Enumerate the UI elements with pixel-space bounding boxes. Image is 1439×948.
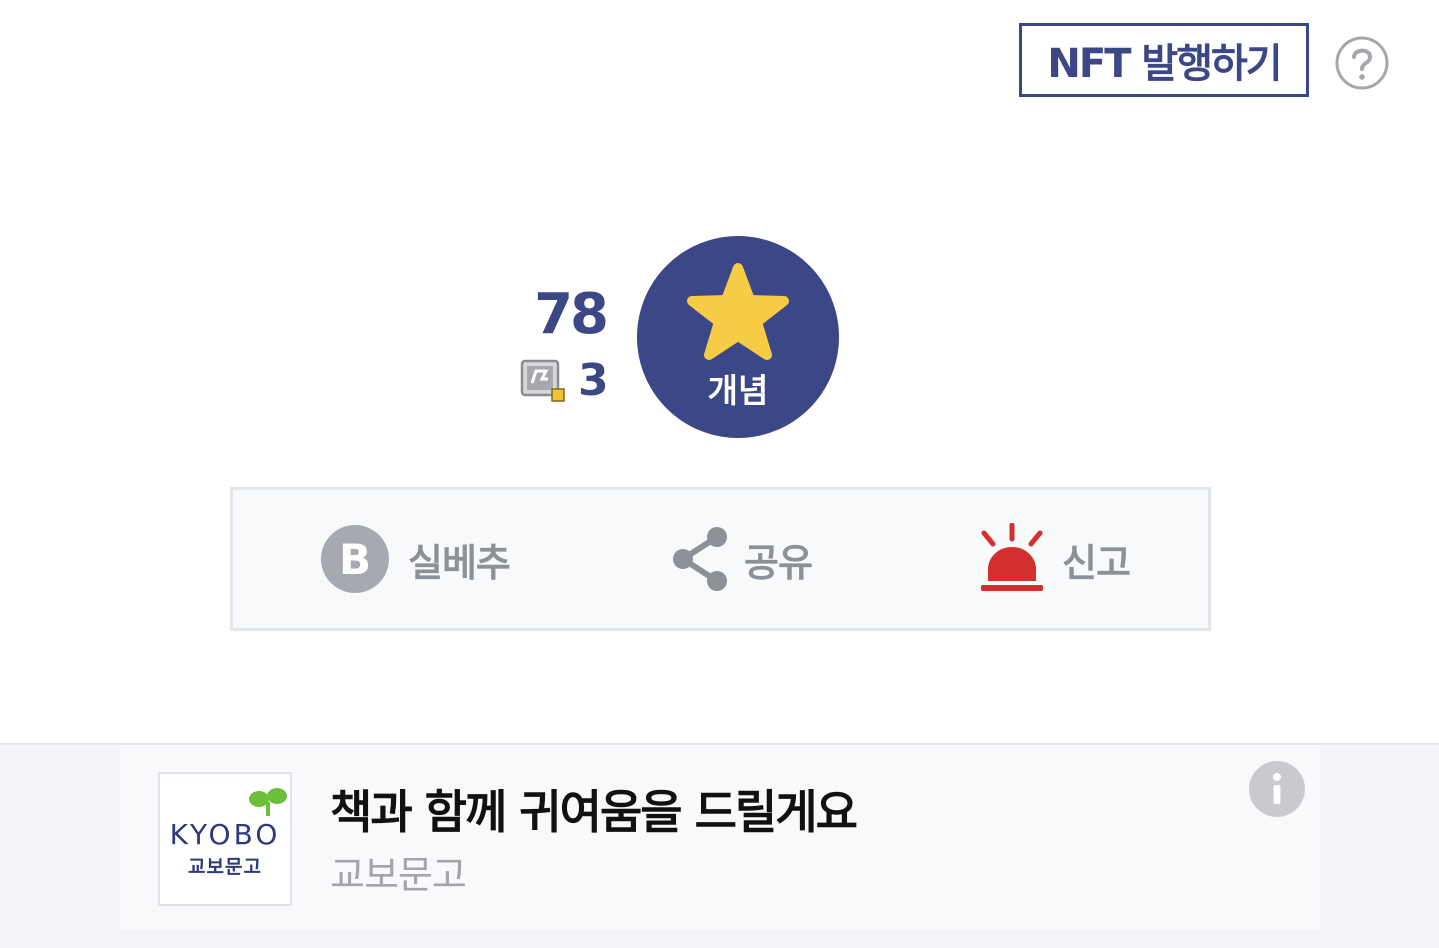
advertiser-logo[interactable]: KYOBO 교보문고 [158, 772, 292, 906]
post-footer: NFT 발행하기 78 3 개념 B 실베추 공유 신고 KYOBO 교보문고 … [0, 0, 1439, 948]
action-bar: B 실베추 공유 신고 [230, 487, 1211, 631]
b-circle-icon: B [321, 525, 389, 593]
nft-card-icon [520, 359, 565, 402]
info-icon[interactable] [1249, 761, 1305, 817]
siren-icon [981, 523, 1043, 591]
star-icon [687, 263, 789, 360]
nft-publish-button[interactable]: NFT 발행하기 [1019, 23, 1309, 97]
best-recommend-button[interactable]: B 실베추 [320, 490, 511, 628]
question-circle-icon[interactable] [1335, 36, 1389, 90]
share-icon [673, 527, 727, 591]
ad-title[interactable]: 책과 함께 귀여움을 드릴게요 [330, 776, 858, 842]
sprout-icon [249, 788, 287, 816]
logo-subtext: 교보문고 [188, 856, 262, 878]
nft-count: 3 [578, 354, 609, 406]
recommend-button[interactable] [637, 236, 839, 438]
ad-advertiser: 교보문고 [330, 853, 467, 897]
svg-text:B: B [339, 535, 371, 584]
share-label: 공유 [744, 540, 813, 585]
nft-count-row: 3 [520, 352, 609, 408]
recommend-count: 78 [534, 282, 609, 347]
best-recommend-label: 실베추 [408, 540, 511, 585]
report-label: 신고 [1062, 540, 1131, 585]
report-button[interactable]: 신고 [978, 490, 1131, 628]
logo-text: KYOBO [169, 818, 281, 851]
share-button[interactable]: 공유 [670, 490, 813, 628]
